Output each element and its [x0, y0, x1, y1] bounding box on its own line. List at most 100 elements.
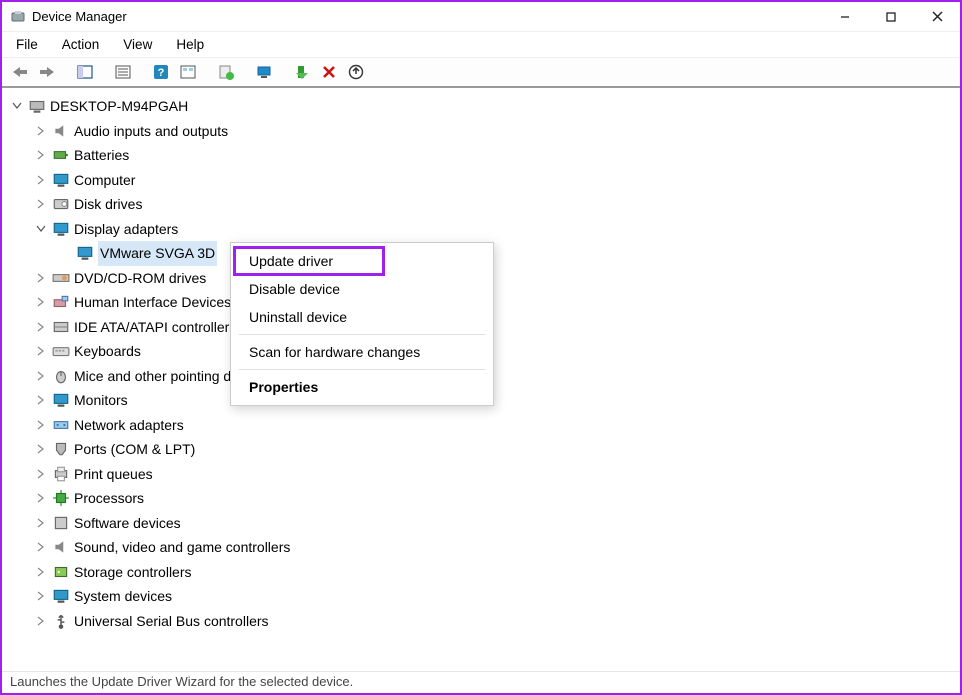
- usb-icon: [52, 612, 70, 630]
- category-label: Ports (COM & LPT): [74, 437, 195, 462]
- category-label: Network adapters: [74, 413, 184, 438]
- expander-right-icon[interactable]: [34, 295, 48, 309]
- category-label: Human Interface Devices: [74, 290, 231, 315]
- display-adapter-icon: [76, 244, 94, 262]
- context-properties[interactable]: Properties: [231, 373, 493, 401]
- forward-button[interactable]: [35, 60, 59, 84]
- expander-right-icon[interactable]: [34, 197, 48, 211]
- scan-hardware-button[interactable]: [252, 60, 276, 84]
- context-separator: [239, 334, 485, 335]
- cpu-icon: [52, 489, 70, 507]
- category-sound[interactable]: Sound, video and game controllers: [6, 535, 956, 560]
- expander-right-icon[interactable]: [34, 565, 48, 579]
- category-software[interactable]: Software devices: [6, 511, 956, 536]
- category-ports[interactable]: Ports (COM & LPT): [6, 437, 956, 462]
- computer-icon: [28, 97, 46, 115]
- menu-file[interactable]: File: [6, 35, 48, 54]
- menu-view[interactable]: View: [113, 35, 162, 54]
- category-processors[interactable]: Processors: [6, 486, 956, 511]
- context-uninstall-device[interactable]: Uninstall device: [231, 303, 493, 331]
- battery-icon: [52, 146, 70, 164]
- expander-right-icon[interactable]: [34, 540, 48, 554]
- expander-right-icon[interactable]: [34, 369, 48, 383]
- category-system[interactable]: System devices: [6, 584, 956, 609]
- expander-right-icon[interactable]: [34, 173, 48, 187]
- category-usb[interactable]: Universal Serial Bus controllers: [6, 609, 956, 634]
- expander-right-icon[interactable]: [34, 418, 48, 432]
- port-icon: [52, 440, 70, 458]
- maximize-button[interactable]: [868, 2, 914, 32]
- category-display[interactable]: Display adapters: [6, 217, 956, 242]
- category-disk[interactable]: Disk drives: [6, 192, 956, 217]
- expander-right-icon[interactable]: [34, 320, 48, 334]
- menu-action[interactable]: Action: [52, 35, 110, 54]
- expander-right-icon[interactable]: [34, 393, 48, 407]
- menu-help[interactable]: Help: [166, 35, 214, 54]
- expander-right-icon[interactable]: [34, 491, 48, 505]
- expander-right-icon[interactable]: [34, 271, 48, 285]
- enable-device-button[interactable]: [290, 60, 314, 84]
- system-icon: [52, 587, 70, 605]
- monitor-icon: [52, 391, 70, 409]
- expander-down-icon[interactable]: [34, 222, 48, 236]
- category-label: DVD/CD-ROM drives: [74, 266, 206, 291]
- tree-root[interactable]: DESKTOP-M94PGAH: [6, 94, 956, 119]
- expander-right-icon[interactable]: [34, 467, 48, 481]
- hid-icon: [52, 293, 70, 311]
- display-adapter-icon: [52, 220, 70, 238]
- show-hide-tree-button[interactable]: [73, 60, 97, 84]
- optical-drive-icon: [52, 269, 70, 287]
- device-label: VMware SVGA 3D: [98, 241, 217, 266]
- keyboard-icon: [52, 342, 70, 360]
- software-icon: [52, 514, 70, 532]
- expander-right-icon[interactable]: [34, 344, 48, 358]
- category-label: Universal Serial Bus controllers: [74, 609, 269, 634]
- storage-icon: [52, 563, 70, 581]
- statusbar: Launches the Update Driver Wizard for th…: [2, 671, 960, 693]
- category-network[interactable]: Network adapters: [6, 413, 956, 438]
- expander-right-icon[interactable]: [34, 516, 48, 530]
- monitor-icon: [52, 171, 70, 189]
- category-label: Display adapters: [74, 217, 178, 242]
- category-label: Processors: [74, 486, 144, 511]
- add-legacy-button[interactable]: [344, 60, 368, 84]
- category-print[interactable]: Print queues: [6, 462, 956, 487]
- expander-right-icon[interactable]: [34, 589, 48, 603]
- app-icon: [10, 9, 26, 25]
- network-icon: [52, 416, 70, 434]
- category-label: Audio inputs and outputs: [74, 119, 228, 144]
- context-disable-device[interactable]: Disable device: [231, 275, 493, 303]
- category-label: Sound, video and game controllers: [74, 535, 290, 560]
- expander-right-icon[interactable]: [34, 442, 48, 456]
- properties-button[interactable]: [111, 60, 135, 84]
- context-scan-hardware[interactable]: Scan for hardware changes: [231, 338, 493, 366]
- category-label: Monitors: [74, 388, 128, 413]
- update-driver-button[interactable]: [214, 60, 238, 84]
- category-storage[interactable]: Storage controllers: [6, 560, 956, 585]
- toolbar: ?: [2, 58, 960, 88]
- expander-down-icon[interactable]: [10, 99, 24, 113]
- category-label: System devices: [74, 584, 172, 609]
- context-update-driver[interactable]: Update driver: [231, 247, 493, 275]
- category-computer[interactable]: Computer: [6, 168, 956, 193]
- category-label: Batteries: [74, 143, 129, 168]
- titlebar: Device Manager: [2, 2, 960, 32]
- category-audio[interactable]: Audio inputs and outputs: [6, 119, 956, 144]
- help-button[interactable]: ?: [149, 60, 173, 84]
- expander-right-icon[interactable]: [34, 148, 48, 162]
- context-separator: [239, 369, 485, 370]
- back-button[interactable]: [8, 60, 32, 84]
- window-title: Device Manager: [32, 9, 822, 24]
- speaker-icon: [52, 538, 70, 556]
- uninstall-button[interactable]: [317, 60, 341, 84]
- view-devices-button[interactable]: [176, 60, 200, 84]
- category-label: Print queues: [74, 462, 153, 487]
- tree-root-label: DESKTOP-M94PGAH: [50, 94, 188, 119]
- expander-right-icon[interactable]: [34, 614, 48, 628]
- category-batteries[interactable]: Batteries: [6, 143, 956, 168]
- category-label: Storage controllers: [74, 560, 192, 585]
- close-button[interactable]: [914, 2, 960, 32]
- expander-right-icon[interactable]: [34, 124, 48, 138]
- minimize-button[interactable]: [822, 2, 868, 32]
- category-label: Software devices: [74, 511, 181, 536]
